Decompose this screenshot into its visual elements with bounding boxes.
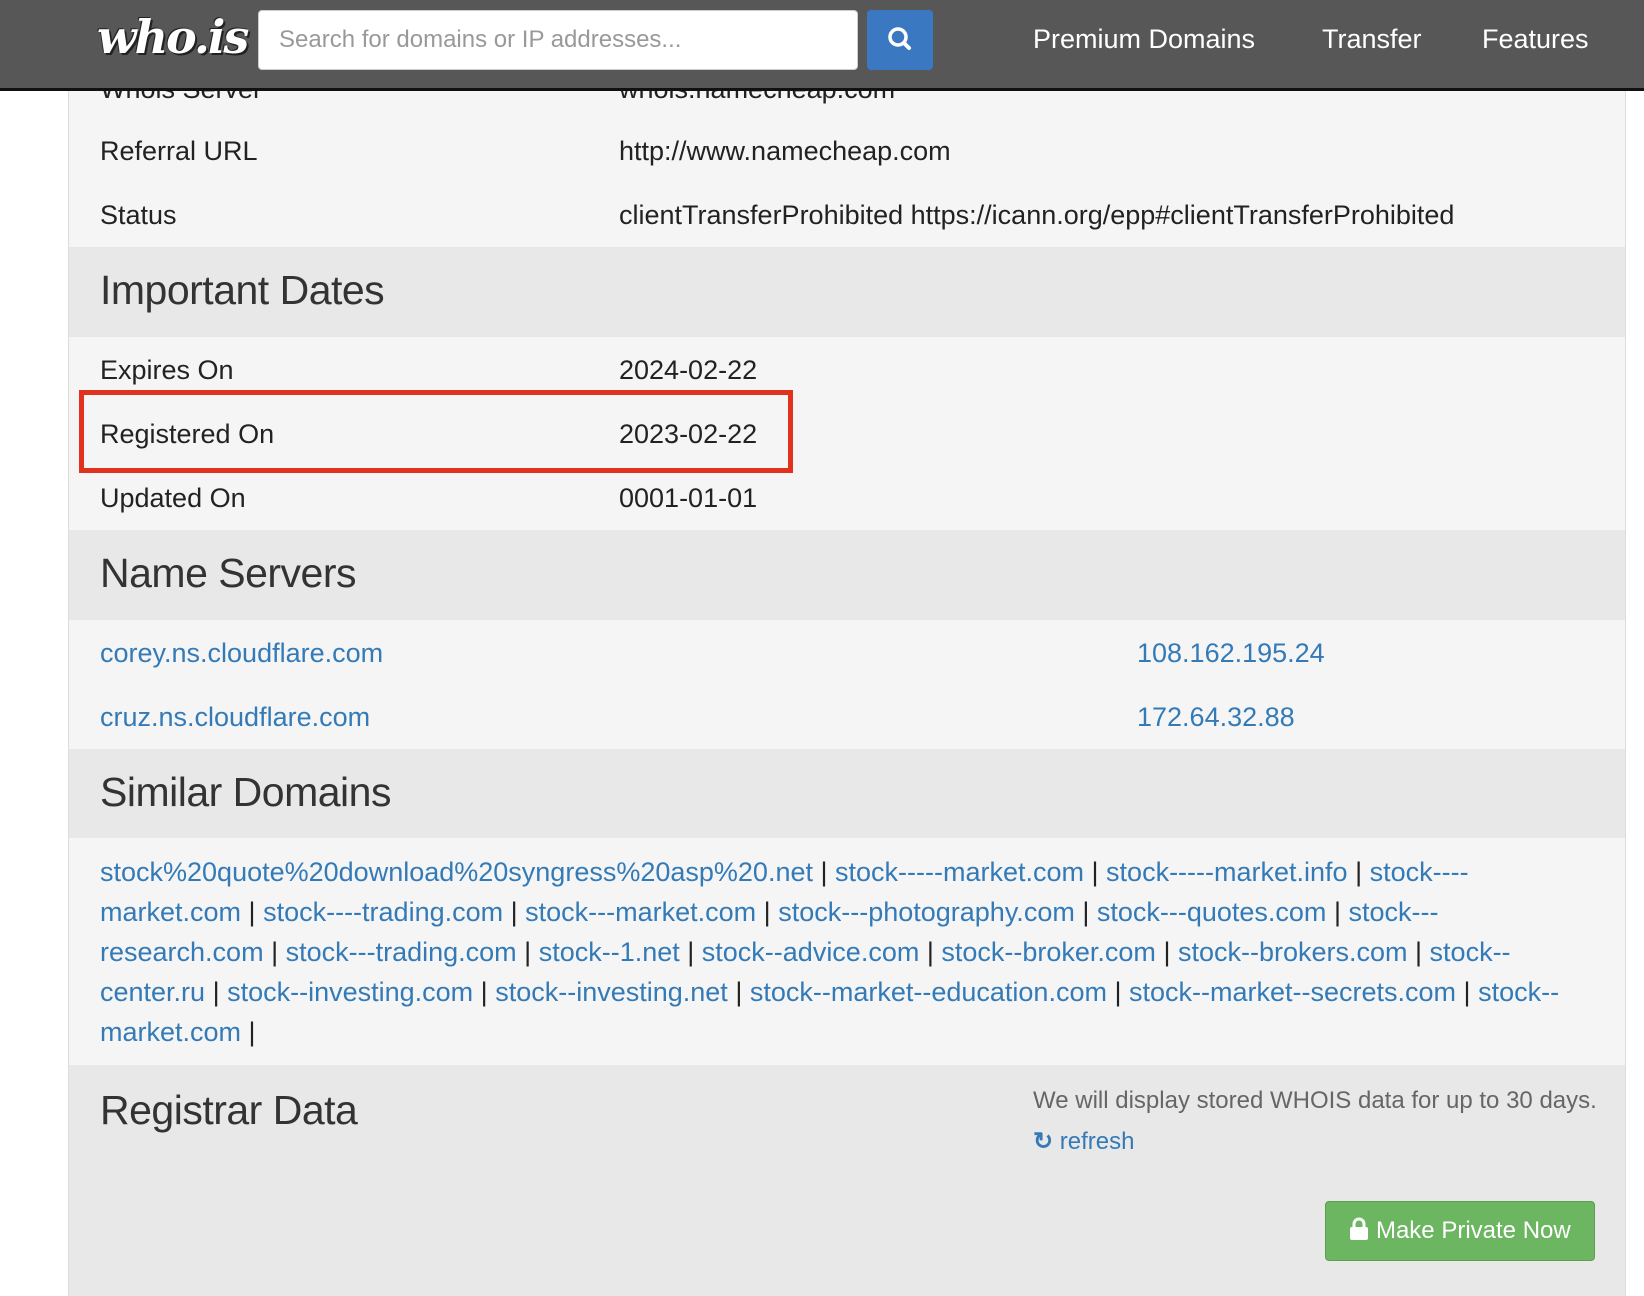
updated-on-value: 0001-01-01 [619,483,758,513]
separator: | [1155,937,1178,967]
similar-domain-link[interactable]: stock--brokers.com [1178,937,1408,967]
similar-domain-link[interactable]: stock--advice.com [702,937,920,967]
status-label: Status [100,200,177,230]
separator: | [516,937,539,967]
similar-domains-header: Similar Domains [69,749,1625,838]
nav-features[interactable]: Features [1482,24,1589,55]
similar-domain-link[interactable]: stock--investing.net [495,977,728,1007]
refresh-icon: ↻ [1033,1128,1054,1155]
stored-data-note: We will display stored WHOIS data for up… [1033,1087,1597,1114]
expires-on-value: 2024-02-22 [619,355,758,385]
separator: | [1084,857,1107,887]
separator: | [205,977,228,1007]
name-server-ip-link[interactable]: 108.162.195.24 [1137,636,1325,670]
similar-domain-link[interactable]: stock----trading.com [263,897,503,927]
similar-domain-link[interactable]: stock--1.net [539,937,680,967]
search-icon [888,27,911,50]
similar-domain-link[interactable]: stock---trading.com [286,937,517,967]
status-value: clientTransferProhibited https://icann.o… [619,200,1455,230]
separator: | [756,897,779,927]
registrar-data-section: Registrar Data We will display stored WH… [69,1065,1625,1296]
similar-domain-link[interactable]: stock-----market.info [1106,857,1348,887]
nav-premium-domains[interactable]: Premium Domains [1033,24,1255,55]
separator: | [241,1017,256,1047]
section-title: Name Servers [100,550,357,596]
separator: | [263,937,286,967]
search-input[interactable]: Search for domains or IP addresses... [258,10,858,70]
separator: | [679,937,702,967]
separator: | [241,897,264,927]
similar-domain-link[interactable]: stock--market--secrets.com [1129,977,1456,1007]
similar-domain-link[interactable]: stock---photography.com [778,897,1075,927]
similar-domain-link[interactable]: stock-----market.com [835,857,1084,887]
similar-domain-link[interactable]: stock--market--education.com [750,977,1107,1007]
highlight-box [79,390,793,473]
lock-icon [1350,1217,1369,1240]
separator: | [1074,897,1097,927]
section-title: Registrar Data [100,1087,358,1133]
separator: | [503,897,526,927]
similar-domain-link[interactable]: stock---quotes.com [1097,897,1327,927]
whois-logo[interactable]: who.is [97,10,249,64]
similar-domains-list: stock%20quote%20download%20syngress%20as… [100,852,1600,1052]
referral-url-label: Referral URL [100,136,258,166]
separator: | [919,937,942,967]
separator: | [1106,977,1129,1007]
separator: | [1407,937,1430,967]
important-dates-header: Important Dates [69,247,1625,337]
section-title: Similar Domains [100,769,391,815]
top-navbar: who.is Search for domains or IP addresse… [0,0,1644,91]
expires-on-label: Expires On [100,355,234,385]
refresh-link[interactable]: ↻ refresh [1033,1127,1134,1156]
similar-domain-link[interactable]: stock%20quote%20download%20syngress%20as… [100,857,813,887]
similar-domain-link[interactable]: stock--broker.com [941,937,1156,967]
separator: | [1456,977,1479,1007]
section-title: Important Dates [100,267,385,313]
similar-domain-link[interactable]: stock---market.com [525,897,756,927]
updated-on-label: Updated On [100,483,246,513]
similar-domain-link[interactable]: stock--investing.com [227,977,473,1007]
whois-results-panel: Whois Server whois.namecheap.com Referra… [68,0,1626,1296]
name-servers-header: Name Servers [69,530,1625,620]
make-private-now-button[interactable]: Make Private Now [1325,1201,1595,1261]
separator: | [1326,897,1349,927]
separator: | [812,857,836,887]
separator: | [1347,857,1370,887]
name-server-link[interactable]: corey.ns.cloudflare.com [100,636,383,670]
separator: | [473,977,496,1007]
make-private-label: Make Private Now [1375,1217,1571,1244]
refresh-label: refresh [1059,1128,1135,1155]
name-server-link[interactable]: cruz.ns.cloudflare.com [100,700,370,734]
referral-url-value: http://www.namecheap.com [619,136,951,166]
separator: | [727,977,750,1007]
name-server-ip-link[interactable]: 172.64.32.88 [1137,700,1295,734]
nav-transfer[interactable]: Transfer [1322,24,1422,55]
search-button[interactable] [867,10,933,70]
